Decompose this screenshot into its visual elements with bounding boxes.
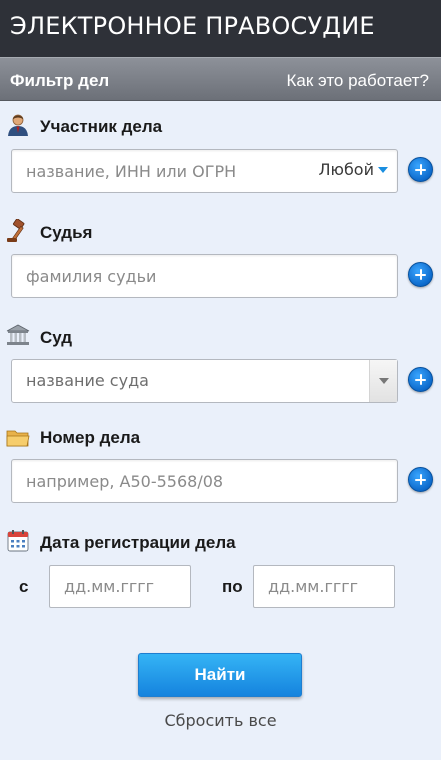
judge-label: Судья — [40, 223, 93, 242]
add-case-number-button[interactable] — [408, 467, 433, 492]
case-number-label: Номер дела — [40, 428, 141, 447]
how-it-works-link[interactable]: Как это работает? — [287, 71, 430, 91]
judge-input[interactable] — [11, 254, 398, 298]
courthouse-icon — [6, 324, 30, 345]
filter-bar: Фильтр дел Как это работает? — [0, 57, 441, 101]
folder-icon — [6, 430, 30, 447]
participant-label: Участник дела — [40, 117, 163, 136]
date-to-input[interactable] — [253, 565, 395, 608]
registration-date-label: Дата регистрации дела — [40, 533, 236, 552]
chevron-down-icon — [369, 360, 397, 402]
date-from-input[interactable] — [49, 565, 191, 608]
date-to-label: по — [222, 577, 243, 596]
add-judge-button[interactable] — [408, 262, 433, 287]
filter-title: Фильтр дел — [10, 71, 110, 90]
participant-field: Любой — [11, 149, 398, 193]
court-select[interactable]: название суда — [11, 359, 398, 403]
participant-role-select[interactable]: Любой — [318, 149, 374, 191]
calendar-icon — [7, 530, 29, 552]
date-from-label: с — [19, 577, 29, 596]
gavel-icon — [7, 219, 25, 242]
app-title: ЭЛЕКТРОННОЕ ПРАВОСУДИЕ — [0, 0, 441, 57]
search-button[interactable]: Найти — [138, 653, 302, 697]
reset-all-link[interactable]: Сбросить все — [0, 711, 441, 730]
chevron-down-icon — [378, 167, 388, 173]
add-participant-button[interactable] — [408, 157, 433, 182]
case-number-input[interactable] — [11, 459, 398, 503]
court-select-placeholder: название суда — [26, 371, 149, 390]
add-court-button[interactable] — [408, 367, 433, 392]
court-label: Суд — [40, 328, 73, 347]
person-icon — [8, 114, 28, 136]
